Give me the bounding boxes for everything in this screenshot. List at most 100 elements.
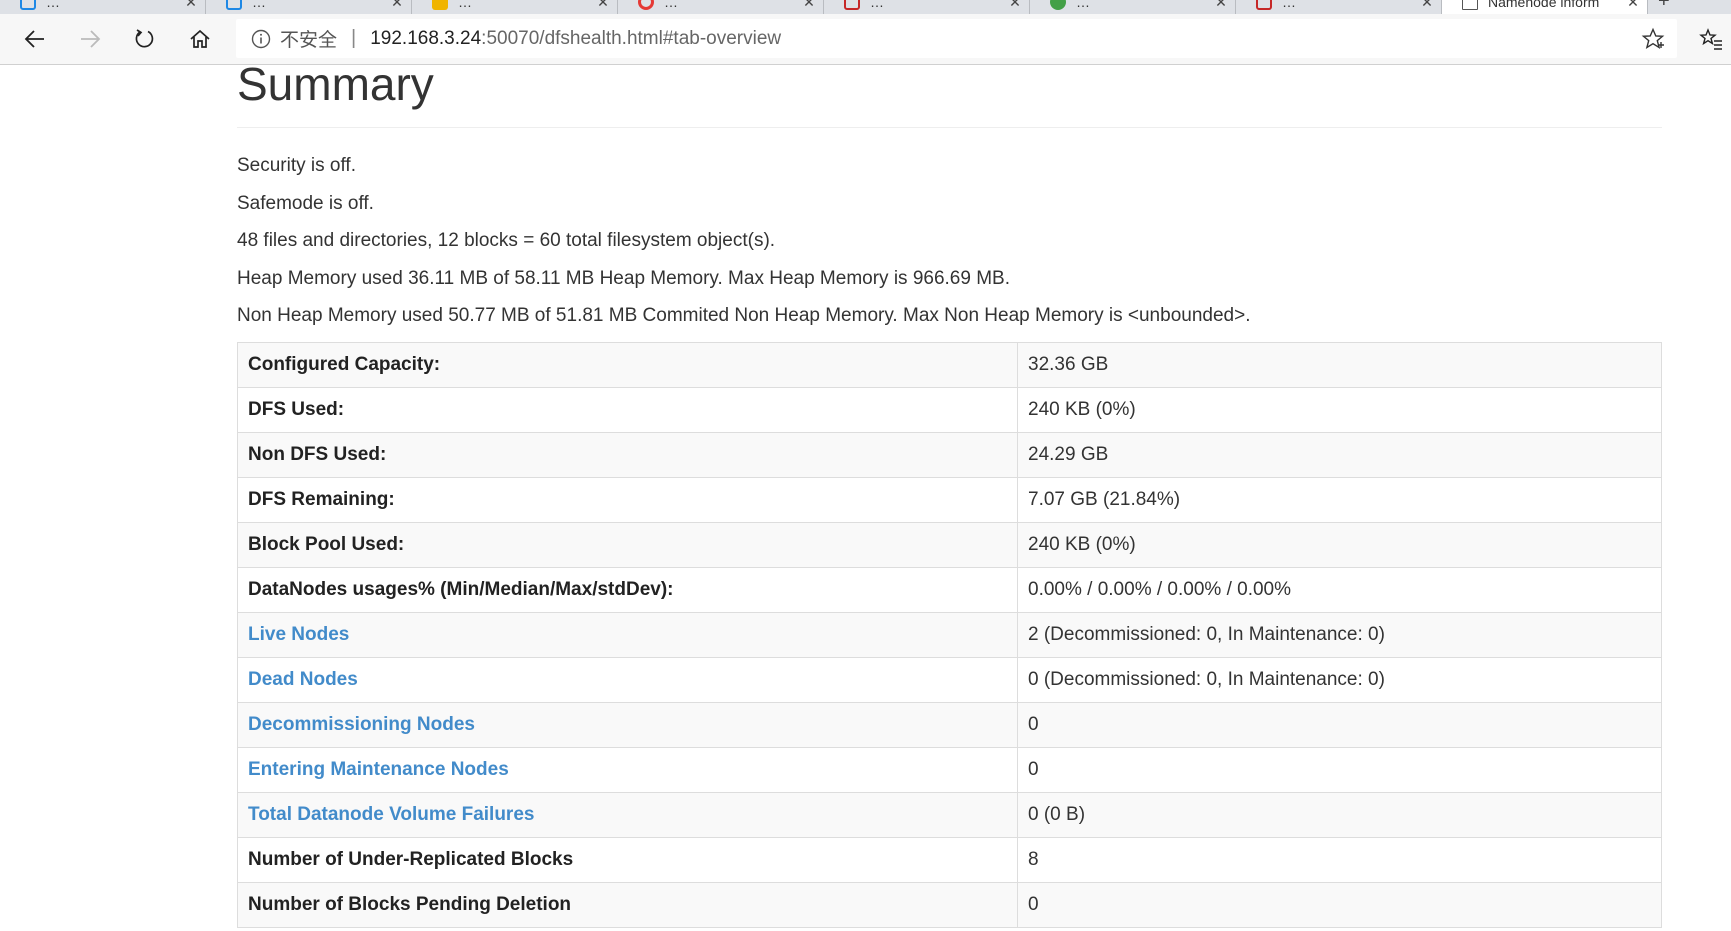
home-button[interactable] [178, 14, 222, 64]
browser-tab-6[interactable]: … ✕ [1030, 0, 1236, 14]
tab-title: … [664, 0, 678, 10]
volume-failures-link[interactable]: Total Datanode Volume Failures [248, 804, 534, 825]
browser-tab-1[interactable]: … ✕ [0, 0, 206, 14]
row-value: 0.00% / 0.00% / 0.00% / 0.00% [1017, 567, 1662, 613]
row-value: 2 (Decommissioned: 0, In Maintenance: 0) [1017, 612, 1662, 658]
row-label-cell: Live Nodes [237, 612, 1018, 658]
row-label-cell: Dead Nodes [237, 657, 1018, 703]
browser-tab-active[interactable]: Namenode inform ✕ [1442, 0, 1648, 14]
row-value: 8 [1017, 837, 1662, 883]
safemode-status: Safemode is off. [237, 192, 374, 214]
browser-tab-3[interactable]: … ✕ [412, 0, 618, 14]
tab-close-icon[interactable]: ✕ [1619, 0, 1647, 11]
add-favorite-button[interactable] [1641, 27, 1665, 51]
refresh-button[interactable] [123, 14, 167, 64]
row-label: Number of Under-Replicated Blocks [237, 837, 1018, 883]
row-value: 0 (Decommissioned: 0, In Maintenance: 0) [1017, 657, 1662, 703]
page-content: Summary Security is off. Safemode is off… [0, 65, 1731, 931]
forward-arrow-icon [81, 30, 101, 48]
filesystem-objects: 48 files and directories, 12 blocks = 60… [237, 230, 776, 251]
tab-favicon-icon [432, 0, 448, 10]
table-row: DFS Used: 240 KB (0%) [237, 387, 1662, 433]
browser-toolbar: 不安全 | 192.168.3.24:50070/dfshealth.html#… [0, 14, 1731, 65]
row-value: 24.29 GB [1017, 432, 1662, 478]
row-label: Block Pool Used: [237, 522, 1018, 568]
tab-favicon-icon [844, 0, 860, 10]
row-value: 32.36 GB [1017, 342, 1662, 388]
tab-close-icon[interactable]: ✕ [1413, 0, 1441, 11]
row-value: 240 KB (0%) [1017, 387, 1662, 433]
tab-close-icon[interactable]: ✕ [795, 0, 823, 11]
tab-title: … [252, 0, 266, 10]
tab-title: … [458, 0, 472, 10]
table-row: Non DFS Used: 24.29 GB [237, 432, 1662, 478]
tab-favicon-icon [1462, 0, 1478, 10]
table-row: Decommissioning Nodes 0 [237, 702, 1662, 748]
browser-tab-4[interactable]: … ✕ [618, 0, 824, 14]
title-divider [237, 127, 1662, 128]
tab-title: … [1282, 0, 1296, 10]
url-path: :50070/dfshealth.html#tab-overview [481, 27, 782, 49]
row-label-cell: Decommissioning Nodes [237, 702, 1018, 748]
row-label: DataNodes usages% (Min/Median/Max/stdDev… [237, 567, 1018, 613]
url-host: 192.168.3.24 [370, 27, 482, 49]
row-label: Number of Blocks Pending Deletion [237, 882, 1018, 928]
entering-maintenance-nodes-link[interactable]: Entering Maintenance Nodes [248, 759, 509, 780]
tab-close-icon[interactable]: ✕ [1001, 0, 1029, 11]
table-row: Dead Nodes 0 (Decommissioned: 0, In Main… [237, 657, 1662, 703]
tab-title: … [870, 0, 884, 10]
table-row: DataNodes usages% (Min/Median/Max/stdDev… [237, 567, 1662, 613]
tab-title: … [1076, 0, 1090, 10]
new-tab-button[interactable]: + [1658, 0, 1670, 13]
browser-tab-5[interactable]: … ✕ [824, 0, 1030, 14]
tab-favicon-icon [1050, 0, 1066, 10]
decommissioning-nodes-link[interactable]: Decommissioning Nodes [248, 714, 475, 735]
address-bar[interactable]: 不安全 | 192.168.3.24:50070/dfshealth.html#… [236, 19, 1677, 58]
summary-table: Configured Capacity: 32.36 GB DFS Used: … [237, 342, 1662, 928]
row-label: DFS Remaining: [237, 477, 1018, 523]
tab-favicon-icon [226, 0, 242, 10]
row-label: Configured Capacity: [237, 342, 1018, 388]
site-info-button[interactable] [250, 28, 272, 50]
dead-nodes-link[interactable]: Dead Nodes [248, 669, 358, 690]
row-label-cell: Total Datanode Volume Failures [237, 792, 1018, 838]
table-row: Live Nodes 2 (Decommissioned: 0, In Main… [237, 612, 1662, 658]
table-row: Configured Capacity: 32.36 GB [237, 342, 1662, 388]
tab-title: … [46, 0, 60, 10]
security-label: 不安全 [280, 30, 338, 51]
row-value: 0 [1017, 747, 1662, 793]
table-row: Total Datanode Volume Failures 0 (0 B) [237, 792, 1662, 838]
browser-tab-2[interactable]: … ✕ [206, 0, 412, 14]
status-lines: Security is off. Safemode is off. 48 fil… [237, 147, 1662, 335]
tab-close-icon[interactable]: ✕ [177, 0, 205, 11]
row-value: 0 [1017, 702, 1662, 748]
favorites-star-list-icon [1698, 28, 1722, 50]
row-value: 0 [1017, 882, 1662, 928]
forward-button[interactable] [68, 14, 112, 64]
row-label: DFS Used: [237, 387, 1018, 433]
table-row: Block Pool Used: 240 KB (0%) [237, 522, 1662, 568]
page-title: Summary [237, 65, 434, 110]
tab-close-icon[interactable]: ✕ [1207, 0, 1235, 11]
home-icon [190, 29, 210, 48]
back-button[interactable] [13, 14, 57, 64]
address-separator: | [351, 27, 357, 49]
favorites-button[interactable] [1690, 14, 1731, 64]
tab-title: Namenode inform [1488, 0, 1600, 10]
table-row: Entering Maintenance Nodes 0 [237, 747, 1662, 793]
tab-favicon-icon [638, 0, 654, 10]
table-row: DFS Remaining: 7.07 GB (21.84%) [237, 477, 1662, 523]
table-row: Number of Under-Replicated Blocks 8 [237, 837, 1662, 883]
tab-close-icon[interactable]: ✕ [383, 0, 411, 11]
row-label-cell: Entering Maintenance Nodes [237, 747, 1018, 793]
security-status: Security is off. [237, 155, 356, 176]
live-nodes-link[interactable]: Live Nodes [248, 624, 349, 645]
row-label: Non DFS Used: [237, 432, 1018, 478]
browser-tab-7[interactable]: … ✕ [1236, 0, 1442, 14]
table-row: Number of Blocks Pending Deletion 0 [237, 882, 1662, 928]
row-value: 0 (0 B) [1017, 792, 1662, 838]
tab-strip: … ✕ … ✕ … ✕ … ✕ … ✕ … ✕ … ✕ Namenode inf… [0, 0, 1731, 14]
row-value: 7.07 GB (21.84%) [1017, 477, 1662, 523]
heap-memory: Heap Memory used 36.11 MB of 58.11 MB He… [237, 267, 1010, 289]
tab-close-icon[interactable]: ✕ [589, 0, 617, 11]
